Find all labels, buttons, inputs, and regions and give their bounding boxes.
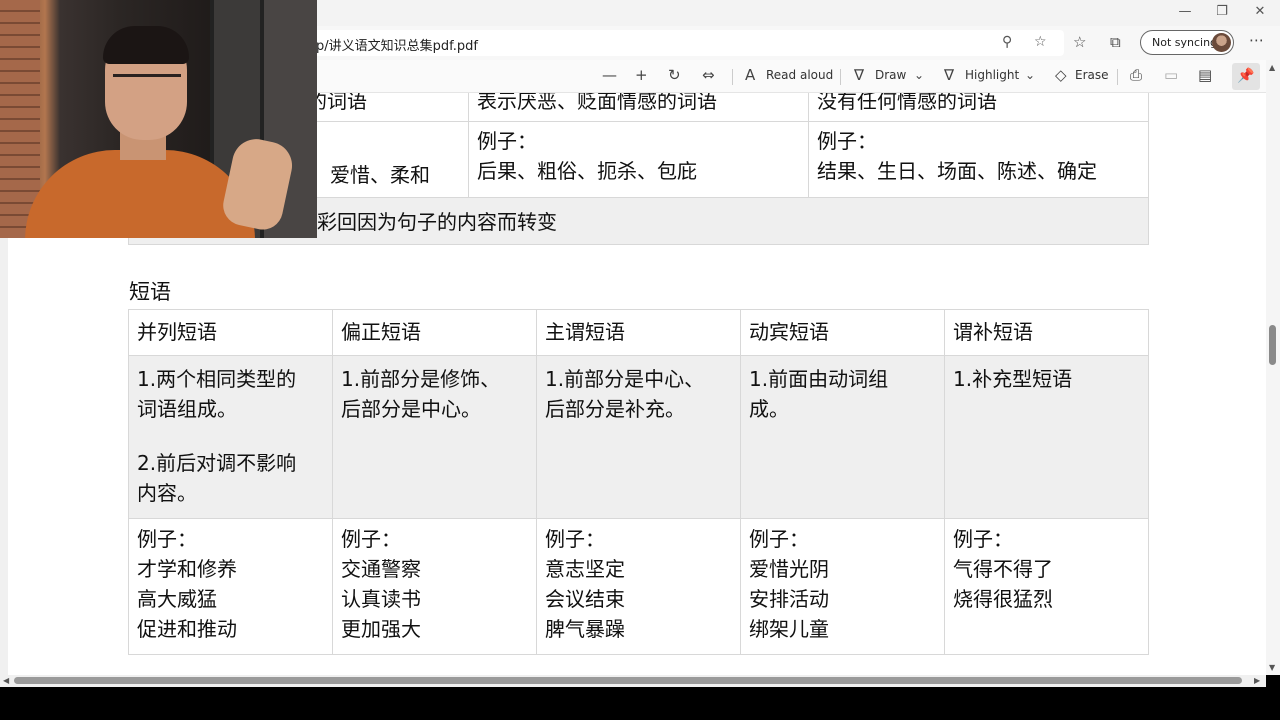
draw-icon[interactable]: ∇ bbox=[854, 66, 864, 84]
save-as-icon[interactable]: ▤ bbox=[1198, 66, 1212, 84]
more-menu-icon[interactable]: ⋯ bbox=[1249, 31, 1264, 49]
column-header: 主谓短语 bbox=[536, 309, 741, 356]
highlight-icon[interactable]: ∇ bbox=[944, 66, 954, 84]
read-aloud-button[interactable]: Read aloud bbox=[766, 68, 833, 82]
column-header: 动宾短语 bbox=[740, 309, 945, 356]
read-aloud-icon[interactable]: A bbox=[745, 66, 755, 84]
print-icon[interactable]: ⎙ bbox=[1130, 66, 1142, 84]
sync-label: Not syncing bbox=[1152, 36, 1218, 49]
scroll-down-arrow-icon[interactable]: ▼ bbox=[1269, 663, 1275, 672]
column-header: 偏正短语 bbox=[332, 309, 537, 356]
scroll-right-arrow-icon[interactable]: ▶ bbox=[1254, 676, 1260, 685]
example-cell: 例子： 交通警察 认真读书 更加强大 bbox=[332, 518, 537, 655]
webcam-overlay bbox=[0, 0, 317, 238]
chevron-down-icon[interactable]: ⌄ bbox=[914, 68, 924, 82]
divider bbox=[732, 69, 733, 85]
description-cell: 1.前部分是修饰、 后部分是中心。 bbox=[332, 355, 537, 519]
fit-page-icon[interactable]: ⇔ bbox=[702, 66, 715, 84]
presenter-hair bbox=[103, 26, 189, 64]
horizontal-scrollbar[interactable]: ◀ ▶ bbox=[0, 675, 1266, 687]
eraser-icon[interactable]: ◇ bbox=[1055, 66, 1067, 84]
vertical-scrollbar[interactable]: ▲ ▼ bbox=[1266, 60, 1280, 675]
description-cell: 1.两个相同类型的 词语组成。 2.前后对调不影响 内容。 bbox=[128, 355, 333, 519]
scroll-left-arrow-icon[interactable]: ◀ bbox=[3, 676, 9, 685]
draw-button[interactable]: Draw bbox=[875, 68, 906, 82]
save-icon[interactable]: ▭ bbox=[1164, 66, 1178, 84]
zoom-in-icon[interactable]: + bbox=[635, 66, 648, 84]
pin-toolbar-icon[interactable]: 📌 bbox=[1232, 63, 1260, 90]
chevron-down-icon[interactable]: ⌄ bbox=[1025, 68, 1035, 82]
column-header: 谓补短语 bbox=[944, 309, 1149, 356]
example-cell: 例子： 意志坚定 会议结束 脾气暴躁 bbox=[536, 518, 741, 655]
table-header-cell: 没有任何情感的词语 bbox=[808, 93, 1149, 122]
profile-sync-button[interactable]: Not syncing bbox=[1140, 30, 1234, 55]
letterbox-bar bbox=[0, 687, 1280, 720]
table-cell: 例子： 后果、粗俗、扼杀、包庇 bbox=[468, 121, 809, 198]
section-title: 短语 bbox=[129, 280, 171, 304]
zoom-icon[interactable]: ⚲ bbox=[1002, 34, 1012, 50]
scroll-up-arrow-icon[interactable]: ▲ bbox=[1269, 63, 1275, 72]
restore-button[interactable]: ❐ bbox=[1202, 0, 1242, 26]
close-button[interactable]: ✕ bbox=[1240, 0, 1280, 26]
erase-button[interactable]: Erase bbox=[1075, 68, 1109, 82]
description-cell: 1.前面由动词组 成。 bbox=[740, 355, 945, 519]
divider bbox=[1117, 69, 1118, 85]
avatar bbox=[1212, 33, 1231, 52]
example-cell: 例子： 气得不得了 烧得很猛烈 bbox=[944, 518, 1149, 655]
example-cell: 例子： 才学和修养 高大威猛 促进和推动 bbox=[128, 518, 333, 655]
address-bar[interactable]: p/讲义语文知识总集pdf.pdf ⚲ ☆ bbox=[300, 30, 1064, 56]
description-cell: 1.前部分是中心、 后部分是补充。 bbox=[536, 355, 741, 519]
address-text[interactable]: p/讲义语文知识总集pdf.pdf bbox=[316, 35, 478, 54]
table-cell: 例子： 结果、生日、场面、陈述、确定 bbox=[808, 121, 1149, 198]
rotate-icon[interactable]: ↻ bbox=[668, 66, 681, 84]
collections-icon[interactable]: ⧉ bbox=[1110, 33, 1121, 51]
example-cell: 例子： 爱惜光阴 安排活动 绑架儿童 bbox=[740, 518, 945, 655]
favorites-icon[interactable]: ☆ bbox=[1073, 33, 1086, 51]
description-cell: 1.补充型短语 bbox=[944, 355, 1149, 519]
zoom-out-icon[interactable]: — bbox=[602, 66, 617, 84]
horizontal-scroll-thumb[interactable] bbox=[14, 677, 1242, 684]
presenter-glasses bbox=[113, 74, 181, 96]
column-header: 并列短语 bbox=[128, 309, 333, 356]
table-header-cell: 表示厌恶、贬面情感的词语 bbox=[468, 93, 809, 122]
vertical-scroll-thumb[interactable] bbox=[1269, 325, 1276, 365]
divider bbox=[840, 69, 841, 85]
minimize-button[interactable]: — bbox=[1165, 0, 1205, 26]
highlight-button[interactable]: Highlight bbox=[965, 68, 1019, 82]
favorite-star-icon[interactable]: ☆ bbox=[1034, 34, 1047, 50]
